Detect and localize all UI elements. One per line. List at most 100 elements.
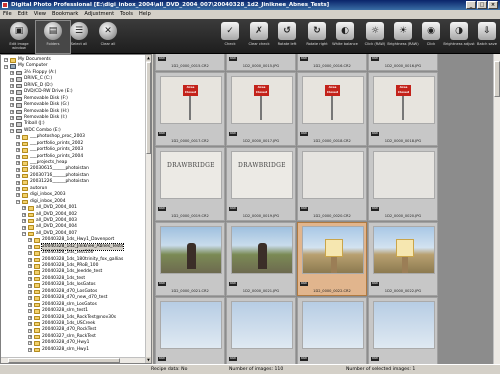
- expand-toggle-icon[interactable]: +: [16, 148, 20, 153]
- expand-toggle-icon[interactable]: +: [28, 257, 32, 262]
- raw-badge: RAW: [158, 132, 166, 136]
- thumbnail-cell[interactable]: RAW 1D2_0000_0016.JPG: [368, 54, 438, 71]
- thumbnail-cell[interactable]: RAW: [226, 297, 296, 364]
- expand-toggle-icon[interactable]: +: [10, 71, 14, 76]
- expand-toggle-icon[interactable]: +: [28, 296, 32, 301]
- grid-vertical-scrollbar[interactable]: [493, 54, 500, 364]
- menu-help[interactable]: Help: [139, 10, 151, 19]
- thumbnail-cell[interactable]: DRAWBRIDGE RAW 1D2_0000_0019.JPG: [226, 147, 296, 221]
- expand-toggle-icon[interactable]: +: [16, 141, 20, 146]
- expand-toggle-icon[interactable]: +: [16, 193, 20, 198]
- menu-bookmark[interactable]: Bookmark: [52, 10, 78, 19]
- area-closed-sign: Area Closed: [254, 85, 269, 96]
- scroll-up-arrow-icon[interactable]: ▲: [146, 55, 151, 61]
- folder-icon: [22, 173, 28, 179]
- expand-toggle-icon[interactable]: +: [10, 116, 14, 121]
- menu-file[interactable]: File: [3, 10, 12, 19]
- expand-toggle-icon[interactable]: +: [16, 154, 20, 159]
- folder-icon: [34, 302, 40, 308]
- thumbnail-cell[interactable]: RAW 1D2_0000_0021.JPG: [226, 222, 296, 296]
- thumbnail-cell[interactable]: RAW 1D2_0000_0022.CR2: [297, 222, 367, 296]
- expand-toggle-icon[interactable]: +: [16, 161, 20, 166]
- expand-toggle-icon[interactable]: +: [28, 283, 32, 288]
- expand-toggle-icon[interactable]: +: [28, 270, 32, 275]
- expand-toggle-icon[interactable]: +: [16, 186, 20, 191]
- expand-toggle-icon[interactable]: +: [16, 167, 20, 172]
- toolbar-button-white-balance[interactable]: ◐ White balance: [328, 21, 362, 53]
- expand-toggle-icon[interactable]: +: [28, 347, 32, 352]
- thumbnail-cell[interactable]: RAW 1D2_0000_0016.CR2: [297, 54, 367, 71]
- thumbnail-cell[interactable]: Area Closed RAW 1D2_0000_0018.CR2: [297, 72, 367, 146]
- thumbnail-cell[interactable]: Area Closed RAW 1D2_0000_0017.CR2: [155, 72, 225, 146]
- expand-toggle-icon[interactable]: +: [10, 90, 14, 95]
- folder-tree: − My Documents − My Computer +3½ Floppy (A:)…: [0, 54, 152, 364]
- thumbnail-cell[interactable]: DRAWBRIDGE RAW 1D2_0000_0019.CR2: [155, 147, 225, 221]
- tree-horizontal-scrollbar[interactable]: [1, 357, 145, 363]
- expand-toggle-icon[interactable]: +: [28, 244, 32, 249]
- expand-toggle-icon[interactable]: +: [22, 219, 26, 224]
- thumbnail-cell[interactable]: RAW 1D2_0000_0020.CR2: [297, 147, 367, 221]
- expand-toggle-icon[interactable]: +: [10, 77, 14, 82]
- thumbnail-cell[interactable]: RAW: [155, 297, 225, 364]
- thumbnail-cell[interactable]: RAW 1D2_0000_0015.JPG: [226, 54, 296, 71]
- expand-toggle-icon[interactable]: +: [28, 251, 32, 256]
- folder-icon: [34, 244, 40, 250]
- expand-toggle-icon[interactable]: +: [10, 122, 14, 127]
- menu-adjustment[interactable]: Adjustment: [84, 10, 114, 19]
- tree-hscroll-thumb[interactable]: [8, 358, 120, 363]
- thumbnail-cell[interactable]: RAW 1D2_0000_0015.CR2: [155, 54, 225, 71]
- scroll-down-arrow-icon[interactable]: ▼: [146, 357, 151, 363]
- expand-toggle-icon[interactable]: +: [10, 103, 14, 108]
- expand-toggle-icon[interactable]: +: [28, 289, 32, 294]
- expand-toggle-icon[interactable]: +: [28, 315, 32, 320]
- expand-toggle-icon[interactable]: +: [10, 96, 14, 101]
- tree-scroll-thumb[interactable]: [146, 62, 151, 154]
- toolbar-button-rotate-left[interactable]: ↺ Rotate left: [270, 21, 304, 53]
- expand-toggle-icon[interactable]: +: [28, 309, 32, 314]
- expand-toggle-icon[interactable]: +: [28, 277, 32, 282]
- folder-icon: [34, 341, 40, 346]
- expand-toggle-icon[interactable]: +: [28, 335, 32, 339]
- maximize-button[interactable]: □: [477, 1, 487, 9]
- menu-edit[interactable]: Edit: [18, 10, 28, 19]
- thumbnail-cell[interactable]: Area Closed RAW 1D2_0000_0018.JPG: [368, 72, 438, 146]
- minimize-button[interactable]: _: [466, 1, 476, 9]
- expand-toggle-icon[interactable]: +: [22, 225, 26, 230]
- toolbar-button-edit-image[interactable]: ▣ Edit image window: [2, 21, 36, 53]
- expand-toggle-icon[interactable]: −: [4, 64, 8, 69]
- expand-toggle-icon[interactable]: +: [16, 174, 20, 179]
- expand-toggle-icon[interactable]: +: [22, 206, 26, 211]
- expand-toggle-icon[interactable]: +: [16, 135, 20, 140]
- expand-toggle-icon[interactable]: +: [28, 264, 32, 269]
- expand-toggle-icon[interactable]: −: [16, 199, 20, 204]
- expand-toggle-icon[interactable]: +: [16, 180, 20, 185]
- expand-toggle-icon[interactable]: +: [22, 212, 26, 217]
- menu-tools[interactable]: Tools: [120, 10, 133, 19]
- thumbnail-cell[interactable]: RAW: [297, 297, 367, 364]
- expand-toggle-icon[interactable]: −: [10, 129, 14, 133]
- thumbnail-cell[interactable]: RAW 1D2_0000_0021.CR2: [155, 222, 225, 296]
- grid-scroll-thumb[interactable]: [494, 61, 500, 97]
- thumbnail-cell[interactable]: RAW 1D2_0000_0022.JPG: [368, 222, 438, 296]
- expand-toggle-icon[interactable]: −: [22, 232, 26, 236]
- expand-toggle-icon[interactable]: +: [28, 238, 32, 243]
- expand-toggle-icon[interactable]: +: [10, 109, 14, 114]
- menu-view[interactable]: View: [34, 10, 46, 19]
- expand-toggle-icon[interactable]: +: [10, 83, 14, 88]
- thumbnail-cell[interactable]: Area Closed RAW 1D2_0000_0017.JPG: [226, 72, 296, 146]
- tree-vertical-scrollbar[interactable]: ▲ ▼: [145, 55, 151, 363]
- thumbnail-cell[interactable]: RAW 1D2_0000_0020.JPG: [368, 147, 438, 221]
- sign-post: [189, 96, 191, 120]
- expand-toggle-icon[interactable]: −: [4, 58, 8, 63]
- close-button[interactable]: ×: [488, 1, 498, 9]
- thumbnail-cell[interactable]: RAW: [368, 297, 438, 364]
- expand-toggle-icon[interactable]: +: [28, 341, 32, 346]
- toolbar-button-clear-all[interactable]: ✕ Clear all: [91, 21, 125, 53]
- thumbnail-filename: 1D2_0000_0021.CR2: [171, 289, 209, 293]
- toolbar-button-batch-save[interactable]: ⇩ Batch save: [470, 21, 500, 53]
- expand-toggle-icon[interactable]: +: [28, 302, 32, 307]
- expand-toggle-icon[interactable]: +: [28, 328, 32, 333]
- expand-toggle-icon[interactable]: +: [28, 322, 32, 327]
- tree-node[interactable]: +20040328_slrn_Hwy1: [1, 347, 145, 353]
- drawbridge-lettering: DRAWBRIDGE: [167, 162, 215, 169]
